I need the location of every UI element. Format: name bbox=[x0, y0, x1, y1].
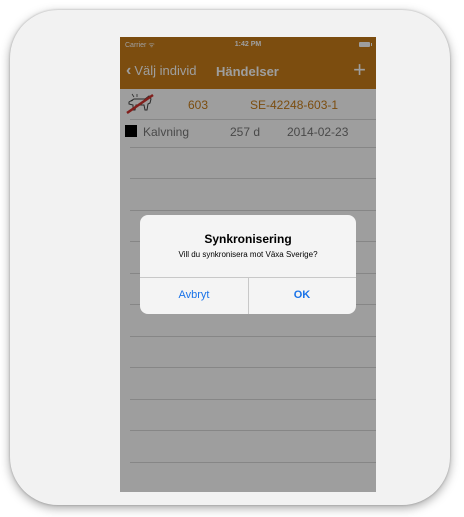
alert-title: Synkronisering bbox=[204, 232, 292, 246]
alert-message: Vill du synkronisera mot Växa Sverige? bbox=[178, 250, 318, 259]
cancel-button[interactable]: Avbryt bbox=[140, 277, 248, 314]
phone-screen: Carrier ᯤ 1:42 PM ‹ Välj individ Händels… bbox=[120, 37, 376, 492]
ok-button[interactable]: OK bbox=[248, 277, 356, 314]
sync-alert-dialog: Synkronisering Vill du synkronisera mot … bbox=[140, 215, 356, 314]
